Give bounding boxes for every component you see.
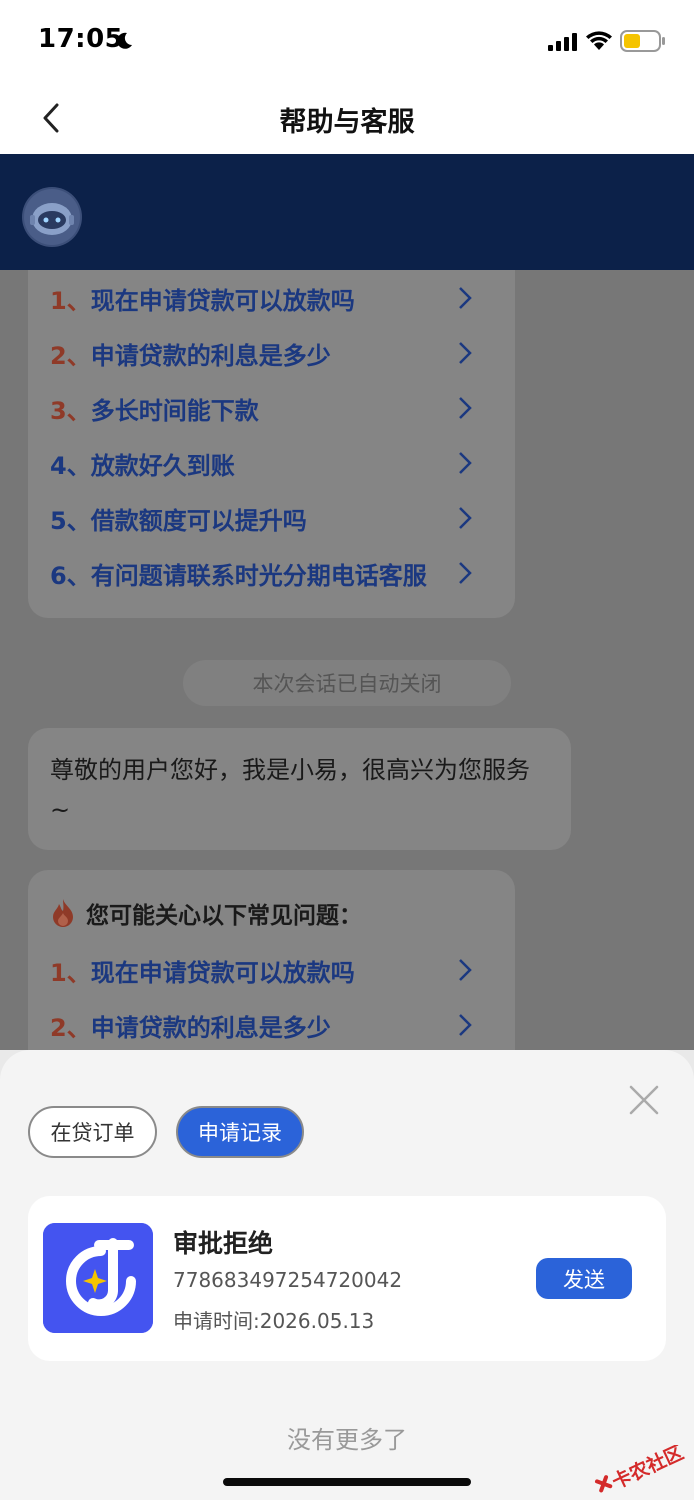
status-bar: 17:05 — [0, 0, 694, 80]
status-time: 17:05 — [38, 24, 124, 54]
faq-item-1[interactable]: 1、 现在申请贷款可以放款吗 — [50, 950, 498, 990]
chevron-right-icon — [459, 397, 472, 419]
chevron-right-icon — [459, 342, 472, 364]
faq-number: 2、 — [50, 341, 91, 370]
moon-icon — [117, 32, 132, 49]
watermark-text: 卡农社区 — [608, 1445, 687, 1494]
faq-card-current: 您可能关心以下常见问题： 1、 现在申请贷款可以放款吗 2、 申请贷款的利息是多… — [28, 870, 515, 1050]
chevron-right-icon — [459, 562, 472, 584]
faq-text: 现在申请贷款可以放款吗 — [90, 286, 355, 315]
fire-icon — [53, 899, 73, 927]
faq-item-3[interactable]: 3、 多长时间能下款 — [50, 388, 498, 428]
chevron-right-icon — [459, 959, 472, 981]
nav-bar: 帮助与客服 — [0, 80, 694, 154]
faq-text: 申请贷款的利息是多少 — [90, 1013, 331, 1042]
faq-number: 1、 — [50, 958, 91, 987]
faq-number: 3、 — [50, 396, 91, 425]
faq-item-2[interactable]: 2、 申请贷款的利息是多少 — [50, 1005, 498, 1045]
close-icon[interactable] — [628, 1084, 660, 1116]
faq-text: 现在申请贷款可以放款吗 — [90, 958, 355, 987]
faq-heading-text: 您可能关心以下常见问题： — [86, 903, 362, 929]
faq-number: 6、 — [50, 561, 91, 590]
tab-loan-orders[interactable]: 在贷订单 — [28, 1106, 157, 1158]
order-picker-sheet: 在贷订单 申请记录 审批拒绝 778683497254720042 申请时间:2… — [0, 1050, 694, 1500]
faq-item-2[interactable]: 2、 申请贷款的利息是多少 — [50, 333, 498, 373]
faq-number: 2、 — [50, 1013, 91, 1042]
page-title: 帮助与客服 — [279, 107, 415, 138]
faq-text: 申请贷款的利息是多少 — [90, 341, 331, 370]
cellular-signal-icon — [548, 33, 577, 51]
faq-number: 4、 — [50, 451, 91, 480]
bot-header — [0, 154, 694, 270]
faq-card-previous: 1、 现在申请贷款可以放款吗 2、 申请贷款的利息是多少 3、 多长时间能下款 … — [28, 270, 515, 618]
record-date: 申请时间:2026.05.13 — [173, 1309, 375, 1333]
send-button[interactable]: 发送 — [536, 1258, 632, 1299]
record-id: 778683497254720042 — [173, 1268, 403, 1292]
greeting-message: 尊敬的用户您好，我是小易，很高兴为您服务~ — [28, 728, 571, 850]
faq-item-6[interactable]: 6、 有问题请联系时光分期电话客服 — [50, 553, 498, 593]
wifi-icon — [586, 31, 612, 50]
faq-text: 借款额度可以提升吗 — [90, 506, 307, 535]
robot-avatar-icon — [24, 189, 80, 245]
app-logo — [43, 1223, 153, 1333]
home-indicator[interactable] — [223, 1478, 471, 1486]
faq-text: 有问题请联系时光分期电话客服 — [90, 561, 427, 590]
chevron-right-icon — [459, 1014, 472, 1036]
app-logo-icon — [43, 1223, 153, 1333]
faq-heading: 您可能关心以下常见问题： — [50, 896, 362, 930]
faq-item-1[interactable]: 1、 现在申请贷款可以放款吗 — [50, 278, 498, 318]
chat-area: 1、 现在申请贷款可以放款吗 2、 申请贷款的利息是多少 3、 多长时间能下款 … — [0, 270, 694, 1050]
record-status: 审批拒绝 — [173, 1229, 274, 1258]
faq-number: 1、 — [50, 286, 91, 315]
session-closed-notice: 本次会话已自动关闭 — [183, 660, 511, 706]
chevron-right-icon — [459, 452, 472, 474]
faq-item-5[interactable]: 5、 借款额度可以提升吗 — [50, 498, 498, 538]
faq-item-4[interactable]: 4、 放款好久到账 — [50, 443, 498, 483]
chevron-right-icon — [459, 287, 472, 309]
chevron-right-icon — [459, 507, 472, 529]
bot-avatar — [22, 187, 82, 247]
tab-application-records[interactable]: 申请记录 — [176, 1106, 304, 1158]
battery-low-icon — [620, 30, 665, 52]
application-record-card: 审批拒绝 778683497254720042 申请时间:2026.05.13 … — [28, 1196, 666, 1361]
faq-number: 5、 — [50, 506, 91, 535]
watermark-logo: 卡农社区 — [594, 1445, 687, 1494]
faq-text: 多长时间能下款 — [90, 396, 259, 425]
faq-text: 放款好久到账 — [90, 451, 235, 480]
